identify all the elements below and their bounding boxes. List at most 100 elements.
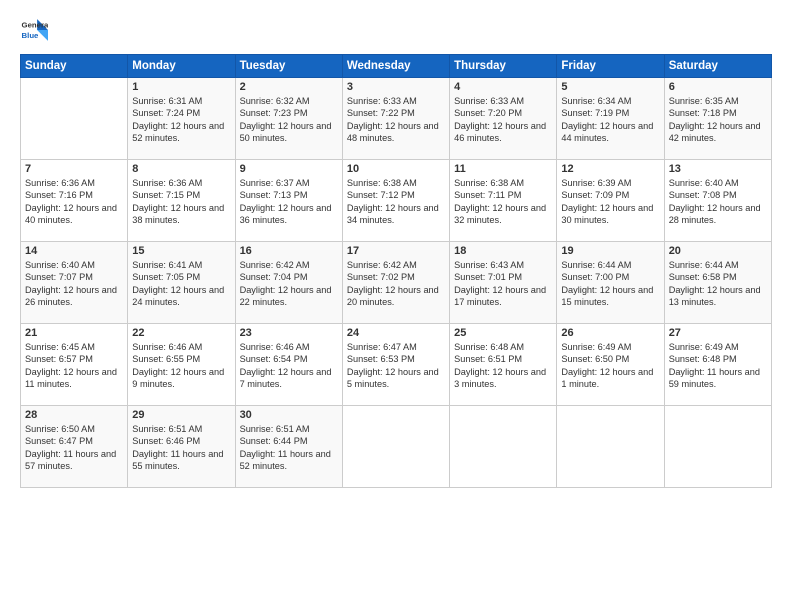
svg-text:Blue: Blue	[22, 31, 40, 40]
day-number: 8	[132, 163, 230, 175]
day-number: 10	[347, 163, 445, 175]
cell-info: Sunrise: 6:33 AMSunset: 7:22 PMDaylight:…	[347, 95, 445, 145]
calendar-cell: 20 Sunrise: 6:44 AMSunset: 6:58 PMDayligh…	[664, 242, 771, 324]
calendar-cell: 15 Sunrise: 6:41 AMSunset: 7:05 PMDayligh…	[128, 242, 235, 324]
calendar-cell: 28Sunrise: 6:50 AMSunset: 6:47 PMDayligh…	[21, 406, 128, 488]
day-number: 9	[240, 163, 338, 175]
day-number: 2	[240, 81, 338, 93]
cell-info: Sunrise: 6:51 AMSunset: 6:44 PMDaylight:…	[240, 423, 338, 473]
calendar-cell	[21, 78, 128, 160]
weekday-header-row: SundayMondayTuesdayWednesdayThursdayFrid…	[21, 55, 772, 78]
calendar-cell: 23 Sunrise: 6:46 AMSunset: 6:54 PMDayligh…	[235, 324, 342, 406]
cell-info: Sunrise: 6:34 AMSunset: 7:19 PMDaylight:…	[561, 95, 659, 145]
week-row-3: 14 Sunrise: 6:40 AMSunset: 7:07 PMDayligh…	[21, 242, 772, 324]
calendar-cell: 13Sunrise: 6:40 AMSunset: 7:08 PMDayligh…	[664, 160, 771, 242]
calendar-cell: 27 Sunrise: 6:49 AMSunset: 6:48 PMDayligh…	[664, 324, 771, 406]
cell-info: Sunrise: 6:42 AMSunset: 7:02 PMDaylight:…	[347, 259, 445, 309]
cell-info: Sunrise: 6:45 AMSunset: 6:57 PMDaylight:…	[25, 341, 123, 391]
cell-info: Sunrise: 6:48 AMSunset: 6:51 PMDaylight:…	[454, 341, 552, 391]
day-number: 26	[561, 327, 659, 339]
day-number: 17	[347, 245, 445, 257]
day-number: 22	[132, 327, 230, 339]
calendar-cell: 14 Sunrise: 6:40 AMSunset: 7:07 PMDayligh…	[21, 242, 128, 324]
calendar-cell: 18 Sunrise: 6:43 AMSunset: 7:01 PMDayligh…	[450, 242, 557, 324]
cell-info: Sunrise: 6:47 AMSunset: 6:53 PMDaylight:…	[347, 341, 445, 391]
cell-info: Sunrise: 6:37 AMSunset: 7:13 PMDaylight:…	[240, 177, 338, 227]
week-row-4: 21 Sunrise: 6:45 AMSunset: 6:57 PMDayligh…	[21, 324, 772, 406]
calendar-cell: 16 Sunrise: 6:42 AMSunset: 7:04 PMDayligh…	[235, 242, 342, 324]
calendar-cell: 11Sunrise: 6:38 AMSunset: 7:11 PMDayligh…	[450, 160, 557, 242]
day-number: 30	[240, 409, 338, 421]
cell-info: Sunrise: 6:33 AMSunset: 7:20 PMDaylight:…	[454, 95, 552, 145]
day-number: 20	[669, 245, 767, 257]
day-number: 4	[454, 81, 552, 93]
day-number: 27	[669, 327, 767, 339]
day-number: 23	[240, 327, 338, 339]
week-row-5: 28Sunrise: 6:50 AMSunset: 6:47 PMDayligh…	[21, 406, 772, 488]
calendar-cell: 5 Sunrise: 6:34 AMSunset: 7:19 PMDaylight…	[557, 78, 664, 160]
cell-info: Sunrise: 6:44 AMSunset: 6:58 PMDaylight:…	[669, 259, 767, 309]
calendar-cell: 24Sunrise: 6:47 AMSunset: 6:53 PMDayligh…	[342, 324, 449, 406]
day-number: 14	[25, 245, 123, 257]
header: General Blue	[20, 16, 772, 44]
weekday-saturday: Saturday	[664, 55, 771, 78]
day-number: 15	[132, 245, 230, 257]
day-number: 1	[132, 81, 230, 93]
cell-info: Sunrise: 6:36 AMSunset: 7:16 PMDaylight:…	[25, 177, 123, 227]
calendar-cell	[557, 406, 664, 488]
weekday-monday: Monday	[128, 55, 235, 78]
cell-info: Sunrise: 6:41 AMSunset: 7:05 PMDaylight:…	[132, 259, 230, 309]
cell-info: Sunrise: 6:43 AMSunset: 7:01 PMDaylight:…	[454, 259, 552, 309]
day-number: 25	[454, 327, 552, 339]
calendar-table: SundayMondayTuesdayWednesdayThursdayFrid…	[20, 54, 772, 488]
cell-info: Sunrise: 6:49 AMSunset: 6:48 PMDaylight:…	[669, 341, 767, 391]
calendar-cell: 26 Sunrise: 6:49 AMSunset: 6:50 PMDayligh…	[557, 324, 664, 406]
cell-info: Sunrise: 6:36 AMSunset: 7:15 PMDaylight:…	[132, 177, 230, 227]
weekday-tuesday: Tuesday	[235, 55, 342, 78]
cell-info: Sunrise: 6:40 AMSunset: 7:07 PMDaylight:…	[25, 259, 123, 309]
calendar-cell: 3Sunrise: 6:33 AMSunset: 7:22 PMDaylight…	[342, 78, 449, 160]
page: General Blue SundayMondayTuesdayWednesda…	[0, 0, 792, 612]
calendar-cell: 21 Sunrise: 6:45 AMSunset: 6:57 PMDayligh…	[21, 324, 128, 406]
day-number: 5	[561, 81, 659, 93]
calendar-cell: 25 Sunrise: 6:48 AMSunset: 6:51 PMDayligh…	[450, 324, 557, 406]
calendar-cell: 29Sunrise: 6:51 AMSunset: 6:46 PMDayligh…	[128, 406, 235, 488]
cell-info: Sunrise: 6:39 AMSunset: 7:09 PMDaylight:…	[561, 177, 659, 227]
day-number: 29	[132, 409, 230, 421]
calendar-cell	[342, 406, 449, 488]
logo: General Blue	[20, 16, 48, 44]
cell-info: Sunrise: 6:44 AMSunset: 7:00 PMDaylight:…	[561, 259, 659, 309]
cell-info: Sunrise: 6:46 AMSunset: 6:55 PMDaylight:…	[132, 341, 230, 391]
cell-info: Sunrise: 6:40 AMSunset: 7:08 PMDaylight:…	[669, 177, 767, 227]
cell-info: Sunrise: 6:38 AMSunset: 7:12 PMDaylight:…	[347, 177, 445, 227]
day-number: 18	[454, 245, 552, 257]
day-number: 12	[561, 163, 659, 175]
cell-info: Sunrise: 6:31 AMSunset: 7:24 PMDaylight:…	[132, 95, 230, 145]
cell-info: Sunrise: 6:32 AMSunset: 7:23 PMDaylight:…	[240, 95, 338, 145]
day-number: 16	[240, 245, 338, 257]
calendar-cell: 6 Sunrise: 6:35 AMSunset: 7:18 PMDaylight…	[664, 78, 771, 160]
calendar-cell: 12 Sunrise: 6:39 AMSunset: 7:09 PMDayligh…	[557, 160, 664, 242]
calendar-cell: 1 Sunrise: 6:31 AMSunset: 7:24 PMDaylight…	[128, 78, 235, 160]
calendar-cell: 19 Sunrise: 6:44 AMSunset: 7:00 PMDayligh…	[557, 242, 664, 324]
week-row-1: 1 Sunrise: 6:31 AMSunset: 7:24 PMDaylight…	[21, 78, 772, 160]
weekday-friday: Friday	[557, 55, 664, 78]
cell-info: Sunrise: 6:42 AMSunset: 7:04 PMDaylight:…	[240, 259, 338, 309]
logo-icon: General Blue	[20, 16, 48, 44]
day-number: 21	[25, 327, 123, 339]
svg-text:General: General	[22, 21, 48, 30]
calendar-cell: 30 Sunrise: 6:51 AMSunset: 6:44 PMDayligh…	[235, 406, 342, 488]
day-number: 7	[25, 163, 123, 175]
weekday-thursday: Thursday	[450, 55, 557, 78]
weekday-wednesday: Wednesday	[342, 55, 449, 78]
cell-info: Sunrise: 6:35 AMSunset: 7:18 PMDaylight:…	[669, 95, 767, 145]
weekday-sunday: Sunday	[21, 55, 128, 78]
calendar-cell	[664, 406, 771, 488]
day-number: 19	[561, 245, 659, 257]
cell-info: Sunrise: 6:49 AMSunset: 6:50 PMDaylight:…	[561, 341, 659, 391]
day-number: 6	[669, 81, 767, 93]
calendar-cell: 8 Sunrise: 6:36 AMSunset: 7:15 PMDaylight…	[128, 160, 235, 242]
cell-info: Sunrise: 6:46 AMSunset: 6:54 PMDaylight:…	[240, 341, 338, 391]
cell-info: Sunrise: 6:50 AMSunset: 6:47 PMDaylight:…	[25, 423, 123, 473]
calendar-cell: 7 Sunrise: 6:36 AMSunset: 7:16 PMDaylight…	[21, 160, 128, 242]
